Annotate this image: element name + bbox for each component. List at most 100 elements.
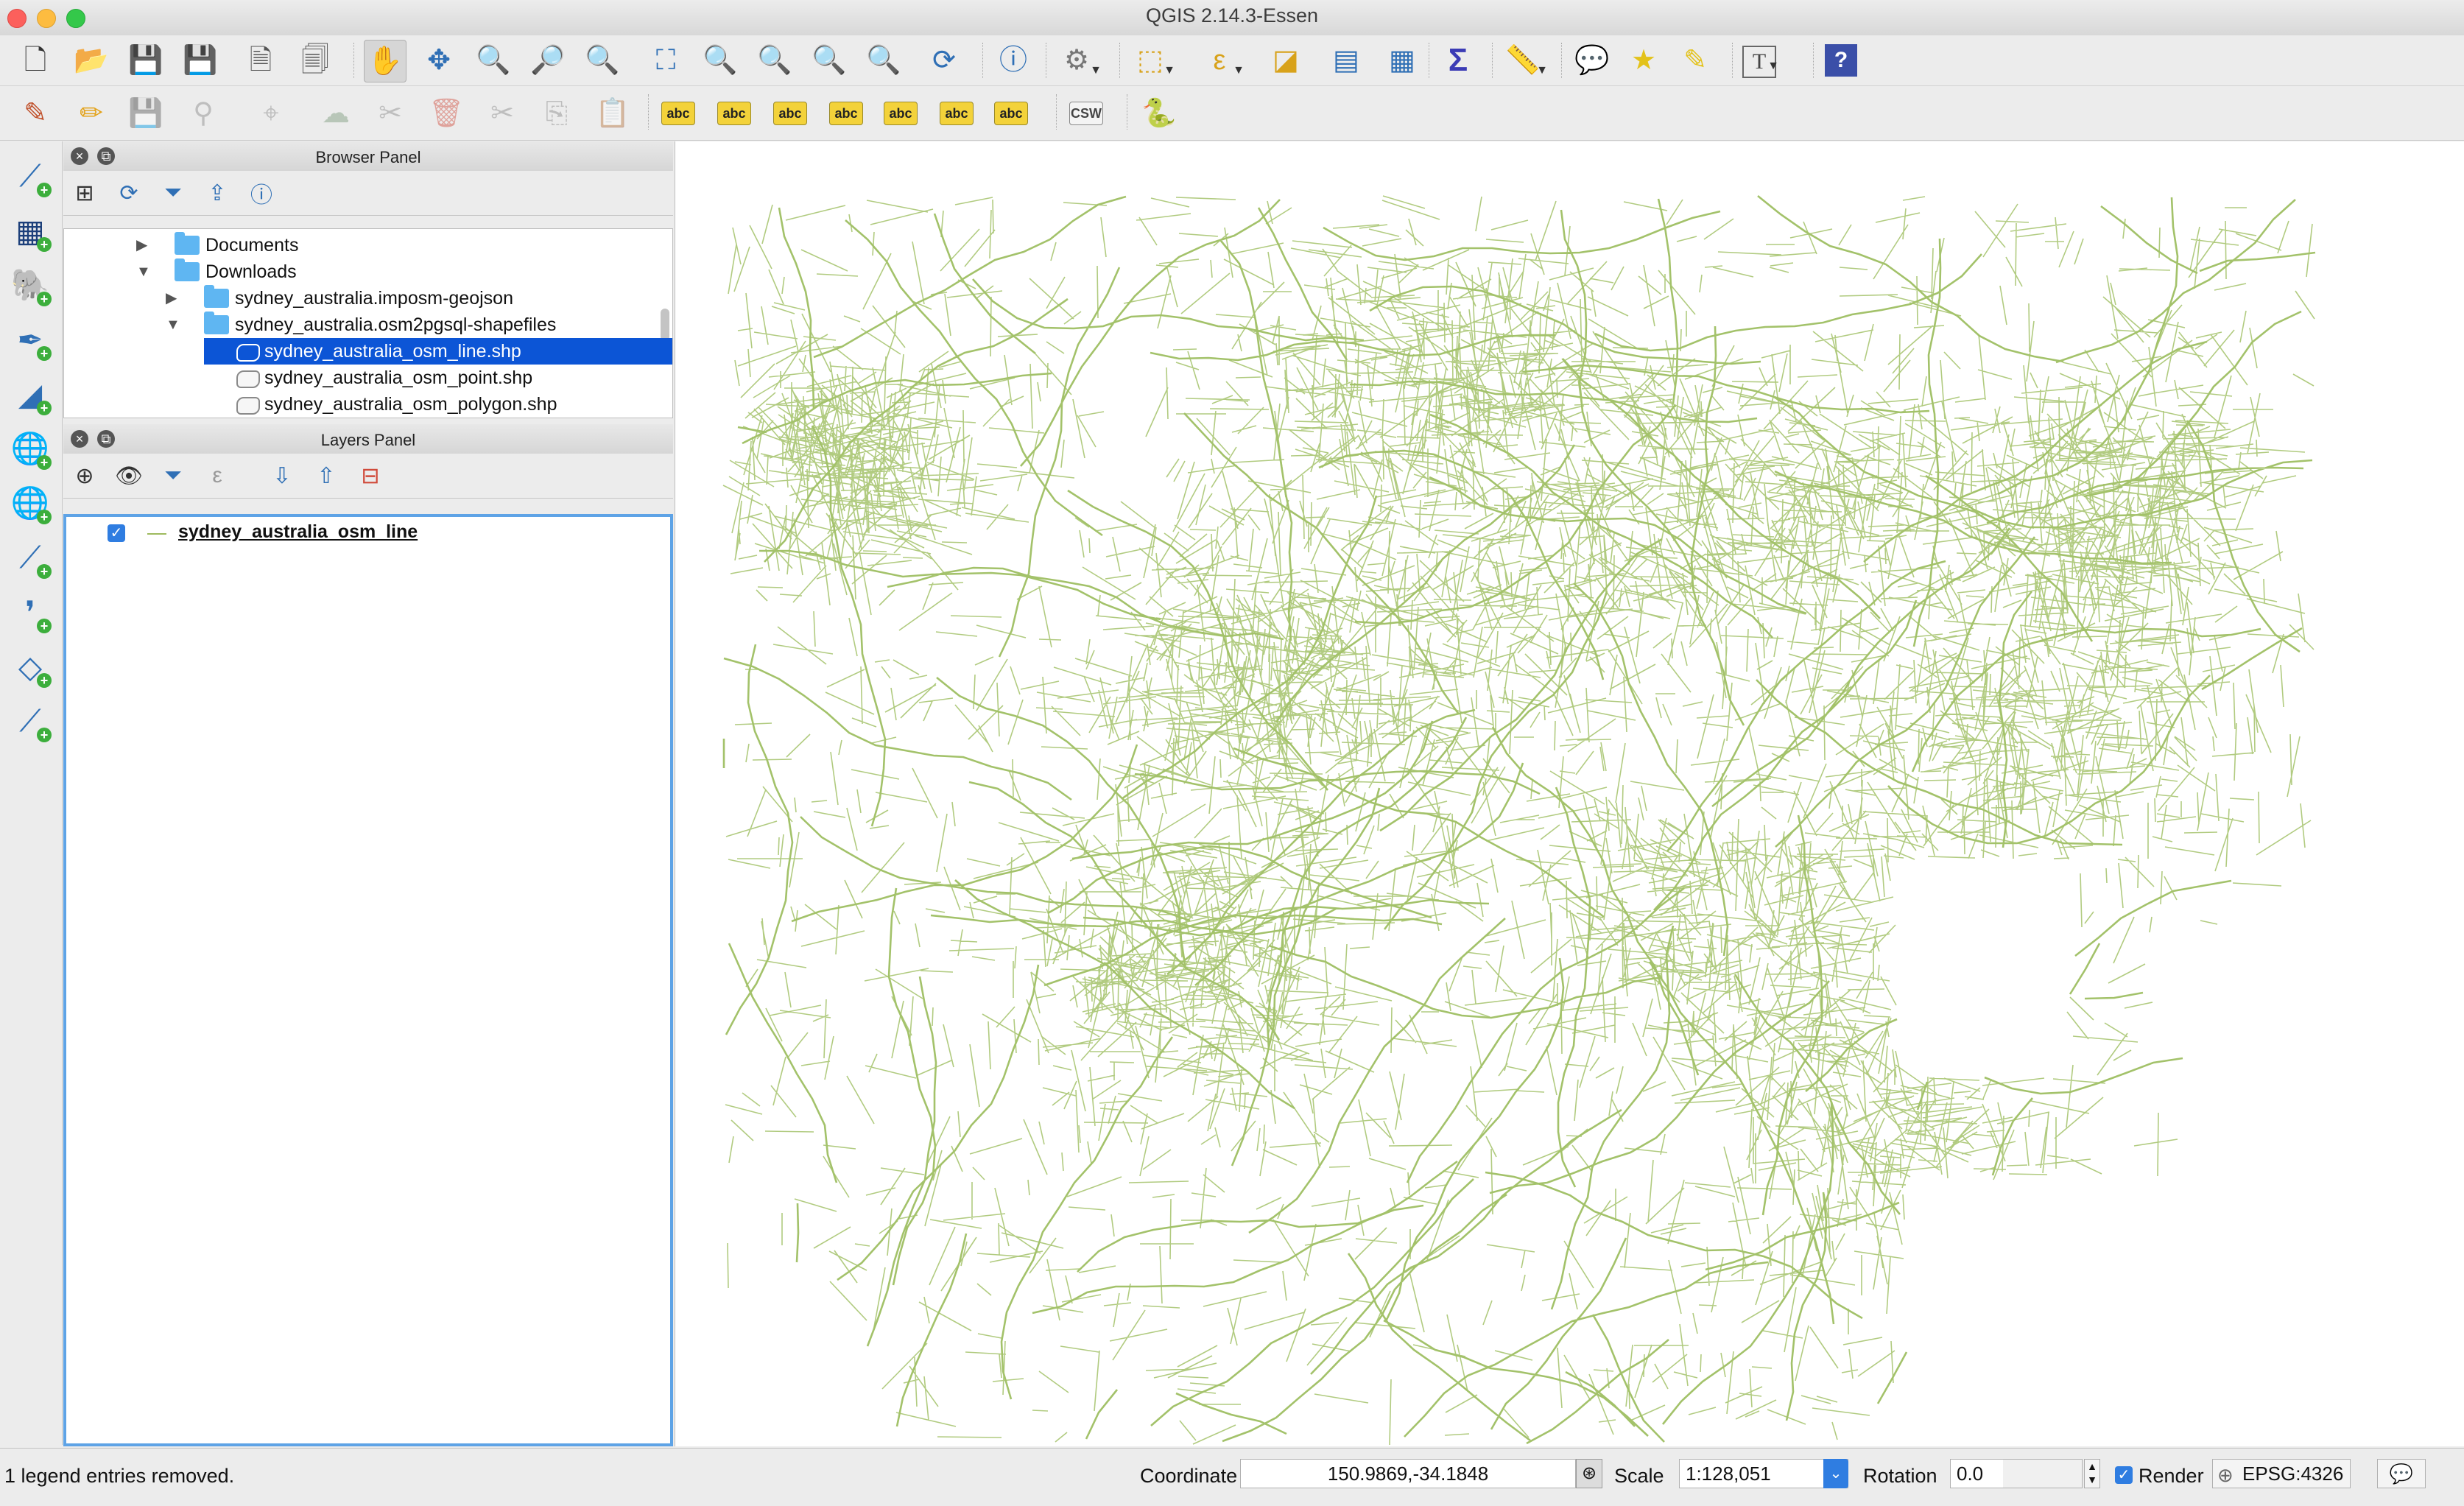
expanded-arrow-icon[interactable]: ▼ xyxy=(136,258,151,285)
layers-list[interactable]: ✓ sydney_australia_osm_line xyxy=(63,514,673,1446)
add-delimited-text-icon[interactable]: ❜ + xyxy=(7,589,53,635)
chevron-down-icon[interactable]: ⌄ xyxy=(1823,1459,1848,1488)
add-mssql-layer-icon[interactable]: ◢ + xyxy=(7,371,53,417)
zoom-to-layer-icon[interactable]: 🔍 xyxy=(754,40,795,81)
action-icon[interactable]: ⚙ ▼ xyxy=(1056,40,1102,81)
move-feature-icon[interactable]: ☁ xyxy=(315,93,356,134)
open-project-icon[interactable]: 📂 xyxy=(71,40,112,81)
zoom-last-icon[interactable]: 🔍 xyxy=(809,40,850,81)
statistics-icon[interactable]: Σ xyxy=(1437,40,1479,81)
refresh-browser-icon[interactable]: ⟳ xyxy=(113,178,144,208)
render-checkbox[interactable]: ✓ xyxy=(2115,1466,2133,1484)
add-wcs-layer-icon[interactable]: 🌐 + xyxy=(7,480,53,526)
label-tool-icon[interactable]: abc xyxy=(661,102,695,125)
collapsed-arrow-icon[interactable]: ▶ xyxy=(136,232,147,258)
zoom-next-icon[interactable]: 🔍 xyxy=(863,40,904,81)
highlight-pinned-labels-icon[interactable]: abc xyxy=(773,102,807,125)
field-calculator-icon[interactable]: ▦ xyxy=(1381,40,1423,81)
zoom-out-icon[interactable]: 🔎 xyxy=(527,40,569,81)
add-virtual-layer-icon[interactable]: ◇ + xyxy=(7,644,53,689)
browser-scrollbar[interactable] xyxy=(661,309,669,341)
manage-visibility-icon[interactable]: 👁 xyxy=(113,461,144,490)
add-wms-layer-icon[interactable]: 🌐 + xyxy=(7,426,53,471)
zoom-native-icon[interactable]: 🔍 xyxy=(582,40,623,81)
rotate-label-icon[interactable]: abc xyxy=(940,102,974,125)
pan-icon[interactable]: ✋ xyxy=(364,40,406,82)
filter-by-expression-icon[interactable]: ε xyxy=(202,461,233,490)
filter-browser-icon[interactable]: ⏷ xyxy=(158,178,189,208)
new-print-composer-icon[interactable]: 🗎 xyxy=(240,40,281,81)
layer-item[interactable]: ✓ sydney_australia_osm_line xyxy=(66,517,670,551)
zoom-in-icon[interactable]: 🔍 xyxy=(473,40,514,81)
current-edits-icon[interactable]: ✎ xyxy=(15,93,56,134)
move-label-icon[interactable]: abc xyxy=(884,102,918,125)
attribute-table-icon[interactable]: ▤ xyxy=(1326,40,1367,81)
cut-features-icon[interactable]: ✂ xyxy=(482,93,523,134)
measure-icon[interactable]: 📏 ▼ xyxy=(1502,40,1548,81)
show-bookmarks-icon[interactable]: ✎ xyxy=(1675,40,1716,81)
refresh-icon[interactable]: ⟳ xyxy=(923,40,965,81)
expanded-arrow-icon[interactable]: ▼ xyxy=(166,312,180,338)
browser-folder-item[interactable]: ▼ sydney_australia.osm2pgsql-shapefiles xyxy=(166,312,563,338)
select-by-expression-icon[interactable]: ε ▼ xyxy=(1199,40,1245,81)
layer-visibility-checkbox[interactable]: ✓ xyxy=(108,524,125,542)
delete-selected-icon[interactable]: 🗑 xyxy=(426,93,467,134)
rotation-stepper[interactable]: ▲ ▼ xyxy=(2084,1459,2100,1488)
collapsed-arrow-icon[interactable]: ▶ xyxy=(166,285,177,312)
identify-icon[interactable]: ⓘ xyxy=(993,40,1034,81)
rotation-spinbox[interactable]: 0.0 xyxy=(1950,1459,2083,1488)
filter-legend-icon[interactable]: ⏷ xyxy=(158,461,189,490)
zoom-full-icon[interactable]: ⛶ xyxy=(645,40,686,81)
browser-tree[interactable]: ▶ Documents ▼ Downloads ▶ sydney_australia.im… xyxy=(63,228,673,418)
properties-icon[interactable]: ⓘ xyxy=(246,178,277,208)
add-raster-layer-icon[interactable]: ▦ + xyxy=(7,208,53,253)
coordinate-field[interactable]: 150.9869,-34.1848 xyxy=(1240,1459,1576,1488)
node-tool-icon[interactable]: ⌖ xyxy=(250,93,292,134)
browser-folder-item[interactable]: ▶ sydney_australia.imposm-geojson xyxy=(166,285,521,312)
browser-folder-item[interactable]: ▶ Documents xyxy=(136,232,306,258)
crs-button[interactable]: ⊕ EPSG:4326 xyxy=(2212,1459,2351,1488)
pin-labels-icon[interactable]: abc xyxy=(717,102,751,125)
messages-icon[interactable]: 💬 xyxy=(2377,1459,2426,1488)
browser-file-item[interactable]: sydney_australia_osm_line.shp xyxy=(204,338,672,365)
map-canvas[interactable] xyxy=(675,141,2464,1446)
collapse-all-icon[interactable]: ⇪ xyxy=(202,178,233,208)
add-feature-icon[interactable]: ⚲ xyxy=(183,93,224,134)
deselect-icon[interactable]: ◪ xyxy=(1265,40,1306,81)
change-label-icon[interactable]: abc xyxy=(994,102,1028,125)
add-selected-layers-icon[interactable]: ⊞ xyxy=(69,178,100,208)
collapse-all-layers-icon[interactable]: ⇧ xyxy=(311,461,342,490)
text-annotation-icon[interactable]: T ▼ xyxy=(1742,46,1779,78)
save-project-icon[interactable]: 💾 xyxy=(125,40,166,81)
help-icon[interactable]: ? xyxy=(1825,44,1857,77)
browser-item-label: sydney_australia.imposm-geojson xyxy=(235,288,513,309)
remove-layer-icon[interactable]: ⊟ xyxy=(355,461,386,490)
add-group-icon[interactable]: ⊕ xyxy=(69,461,100,490)
new-project-icon[interactable]: 🗋 xyxy=(15,40,56,81)
save-as-icon[interactable]: 💾 xyxy=(180,40,221,81)
csw-icon[interactable]: CSW xyxy=(1069,102,1103,125)
add-vector-layer-icon[interactable]: ⟋ + xyxy=(7,153,53,199)
toggle-editing-icon[interactable]: ✏ xyxy=(71,93,112,134)
save-edits-icon[interactable]: 💾 xyxy=(125,93,166,134)
copy-features-icon[interactable]: ⎘ xyxy=(536,93,577,134)
node-editor-icon[interactable]: ✂ xyxy=(370,93,411,134)
add-postgis-layer-icon[interactable]: 🐘 + xyxy=(7,262,53,308)
show-hide-labels-icon[interactable]: abc xyxy=(829,102,863,125)
new-shapefile-icon[interactable]: ⟋ + xyxy=(7,698,53,744)
coordinate-toggle-icon[interactable]: ⊛ xyxy=(1576,1459,1602,1488)
browser-folder-item[interactable]: ▼ Downloads xyxy=(136,258,304,285)
add-spatialite-layer-icon[interactable]: ✒ + xyxy=(7,317,53,362)
map-tips-icon[interactable]: 💬 xyxy=(1571,40,1613,81)
expand-all-icon[interactable]: ⇩ xyxy=(267,461,298,490)
python-console-icon[interactable]: 🐍 xyxy=(1138,93,1180,134)
browser-file-item[interactable]: sydney_australia_osm_polygon.shp xyxy=(204,391,564,418)
composer-manager-icon[interactable]: 🗐 xyxy=(295,40,336,81)
select-features-icon[interactable]: ⬚ ▼ xyxy=(1130,40,1175,81)
new-bookmark-icon[interactable]: ★ xyxy=(1623,40,1664,81)
add-wfs-layer-icon[interactable]: ⟋ + xyxy=(7,535,53,580)
pan-to-selection-icon[interactable]: ✥ xyxy=(418,40,460,81)
paste-features-icon[interactable]: 📋 xyxy=(592,93,633,134)
browser-file-item[interactable]: sydney_australia_osm_point.shp xyxy=(204,365,540,391)
zoom-to-selection-icon[interactable]: 🔍 xyxy=(700,40,741,81)
